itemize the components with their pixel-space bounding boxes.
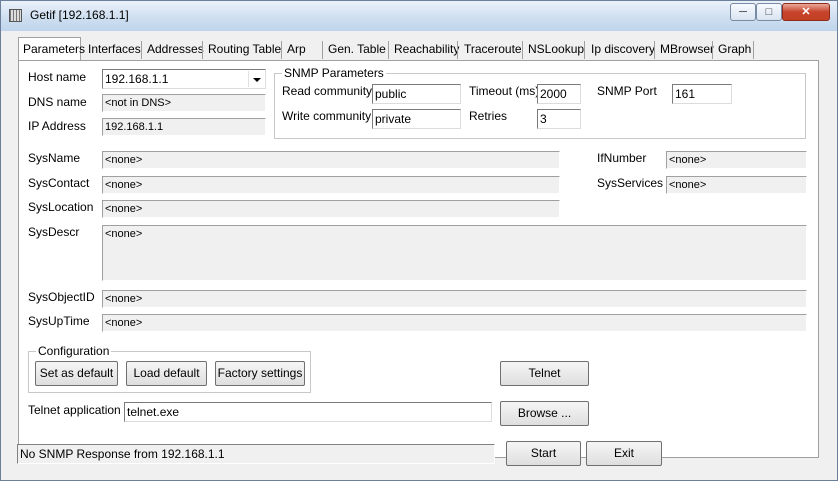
minimize-button[interactable]: ─	[730, 3, 756, 21]
client-area: Parameters Interfaces Addresses Routing …	[9, 31, 831, 472]
tab-separator	[753, 41, 754, 59]
chevron-down-icon[interactable]	[248, 71, 264, 87]
snmp-parameters-title: SNMP Parameters	[282, 66, 386, 80]
set-as-default-button[interactable]: Set as default	[35, 361, 118, 386]
configuration-title: Configuration	[36, 344, 112, 358]
tab-mbrowser[interactable]: MBrowser	[660, 40, 714, 59]
dns-name-field: <not in DNS>	[102, 94, 266, 112]
tab-interfaces[interactable]: Interfaces	[88, 40, 141, 59]
start-button[interactable]: Start	[506, 441, 581, 466]
title-bar[interactable]: Getif [192.168.1.1] ─ □ ✕	[1, 1, 837, 31]
tab-arp[interactable]: Arp	[287, 40, 306, 59]
sysname-field: <none>	[102, 151, 560, 169]
factory-settings-button[interactable]: Factory settings	[215, 361, 305, 386]
snmp-port-label: SNMP Port	[597, 84, 657, 98]
telnet-application-label: Telnet application	[28, 403, 121, 417]
sysobjectid-field: <none>	[102, 290, 807, 308]
syscontact-label: SysContact	[28, 176, 90, 190]
telnet-application-input[interactable]: telnet.exe	[124, 402, 492, 422]
tab-routing-table[interactable]: Routing Table	[208, 40, 281, 59]
host-name-combobox[interactable]: 192.168.1.1	[102, 69, 266, 89]
sysdescr-label: SysDescr	[28, 225, 80, 239]
snmp-port-input[interactable]: 161	[672, 84, 732, 104]
ip-address-label: IP Address	[28, 119, 86, 133]
ifnumber-label: IfNumber	[597, 151, 647, 165]
syslocation-field: <none>	[102, 200, 560, 218]
load-default-button[interactable]: Load default	[126, 361, 207, 386]
tab-separator	[202, 41, 203, 59]
write-community-label: Write community	[282, 109, 372, 123]
dns-name-label: DNS name	[28, 95, 87, 109]
telnet-button[interactable]: Telnet	[500, 361, 589, 386]
close-button[interactable]: ✕	[782, 3, 830, 21]
minimize-icon: ─	[739, 6, 747, 18]
exit-button[interactable]: Exit	[586, 441, 662, 466]
close-icon: ✕	[801, 6, 811, 18]
tab-graph[interactable]: Graph	[718, 40, 751, 59]
write-community-input[interactable]: private	[372, 109, 461, 129]
sysuptime-field: <none>	[102, 314, 807, 332]
syslocation-label: SysLocation	[28, 200, 94, 214]
tab-nslookup[interactable]: NSLookup	[528, 40, 584, 59]
sysobjectid-label: SysObjectID	[28, 290, 95, 304]
tab-separator	[584, 41, 585, 59]
tab-reachability[interactable]: Reachability	[394, 40, 459, 59]
read-community-label: Read community	[282, 84, 373, 98]
tab-parameters[interactable]: Parameters	[23, 40, 85, 59]
maximize-button[interactable]: □	[756, 3, 782, 21]
browse-button[interactable]: Browse ...	[500, 401, 589, 426]
tab-separator	[281, 41, 282, 59]
ip-address-field: 192.168.1.1	[102, 118, 266, 136]
tab-separator	[654, 41, 655, 59]
tab-separator	[322, 41, 323, 59]
tab-separator	[522, 41, 523, 59]
tab-addresses[interactable]: Addresses	[147, 40, 204, 59]
snmp-parameters-group: SNMP Parameters Read community public Wr…	[274, 66, 806, 139]
tab-separator	[457, 41, 458, 59]
timeout-input[interactable]: 2000	[537, 84, 581, 104]
tab-separator	[712, 41, 713, 59]
timeout-label: Timeout (ms)	[469, 84, 540, 98]
tab-separator	[141, 41, 142, 59]
app-window: Getif [192.168.1.1] ─ □ ✕ Parameters Int…	[0, 0, 838, 481]
tab-ip-discovery[interactable]: Ip discovery	[591, 40, 655, 59]
read-community-input[interactable]: public	[372, 84, 461, 104]
syscontact-field: <none>	[102, 176, 560, 194]
sysdescr-field: <none>	[102, 225, 807, 281]
status-bar: No SNMP Response from 192.168.1.1	[17, 444, 495, 464]
configuration-group: Configuration Set as default Load defaul…	[28, 344, 311, 393]
retries-input[interactable]: 3	[537, 109, 581, 129]
ifnumber-field: <none>	[666, 151, 807, 169]
parameters-panel: Host name 192.168.1.1 DNS name <not in D…	[18, 60, 819, 458]
host-name-value: 192.168.1.1	[105, 72, 169, 86]
sysservices-label: SysServices	[597, 176, 664, 190]
sysuptime-label: SysUpTime	[28, 314, 90, 328]
window-title: Getif [192.168.1.1]	[30, 8, 129, 22]
maximize-icon: □	[765, 6, 773, 18]
tab-traceroute[interactable]: Traceroute	[464, 40, 522, 59]
retries-label: Retries	[469, 109, 508, 123]
tab-gen-table[interactable]: Gen. Table	[328, 40, 386, 59]
app-icon	[9, 9, 22, 22]
sysservices-field: <none>	[666, 176, 807, 194]
host-name-label: Host name	[28, 70, 87, 84]
tab-separator	[388, 41, 389, 59]
sysname-label: SysName	[28, 151, 81, 165]
